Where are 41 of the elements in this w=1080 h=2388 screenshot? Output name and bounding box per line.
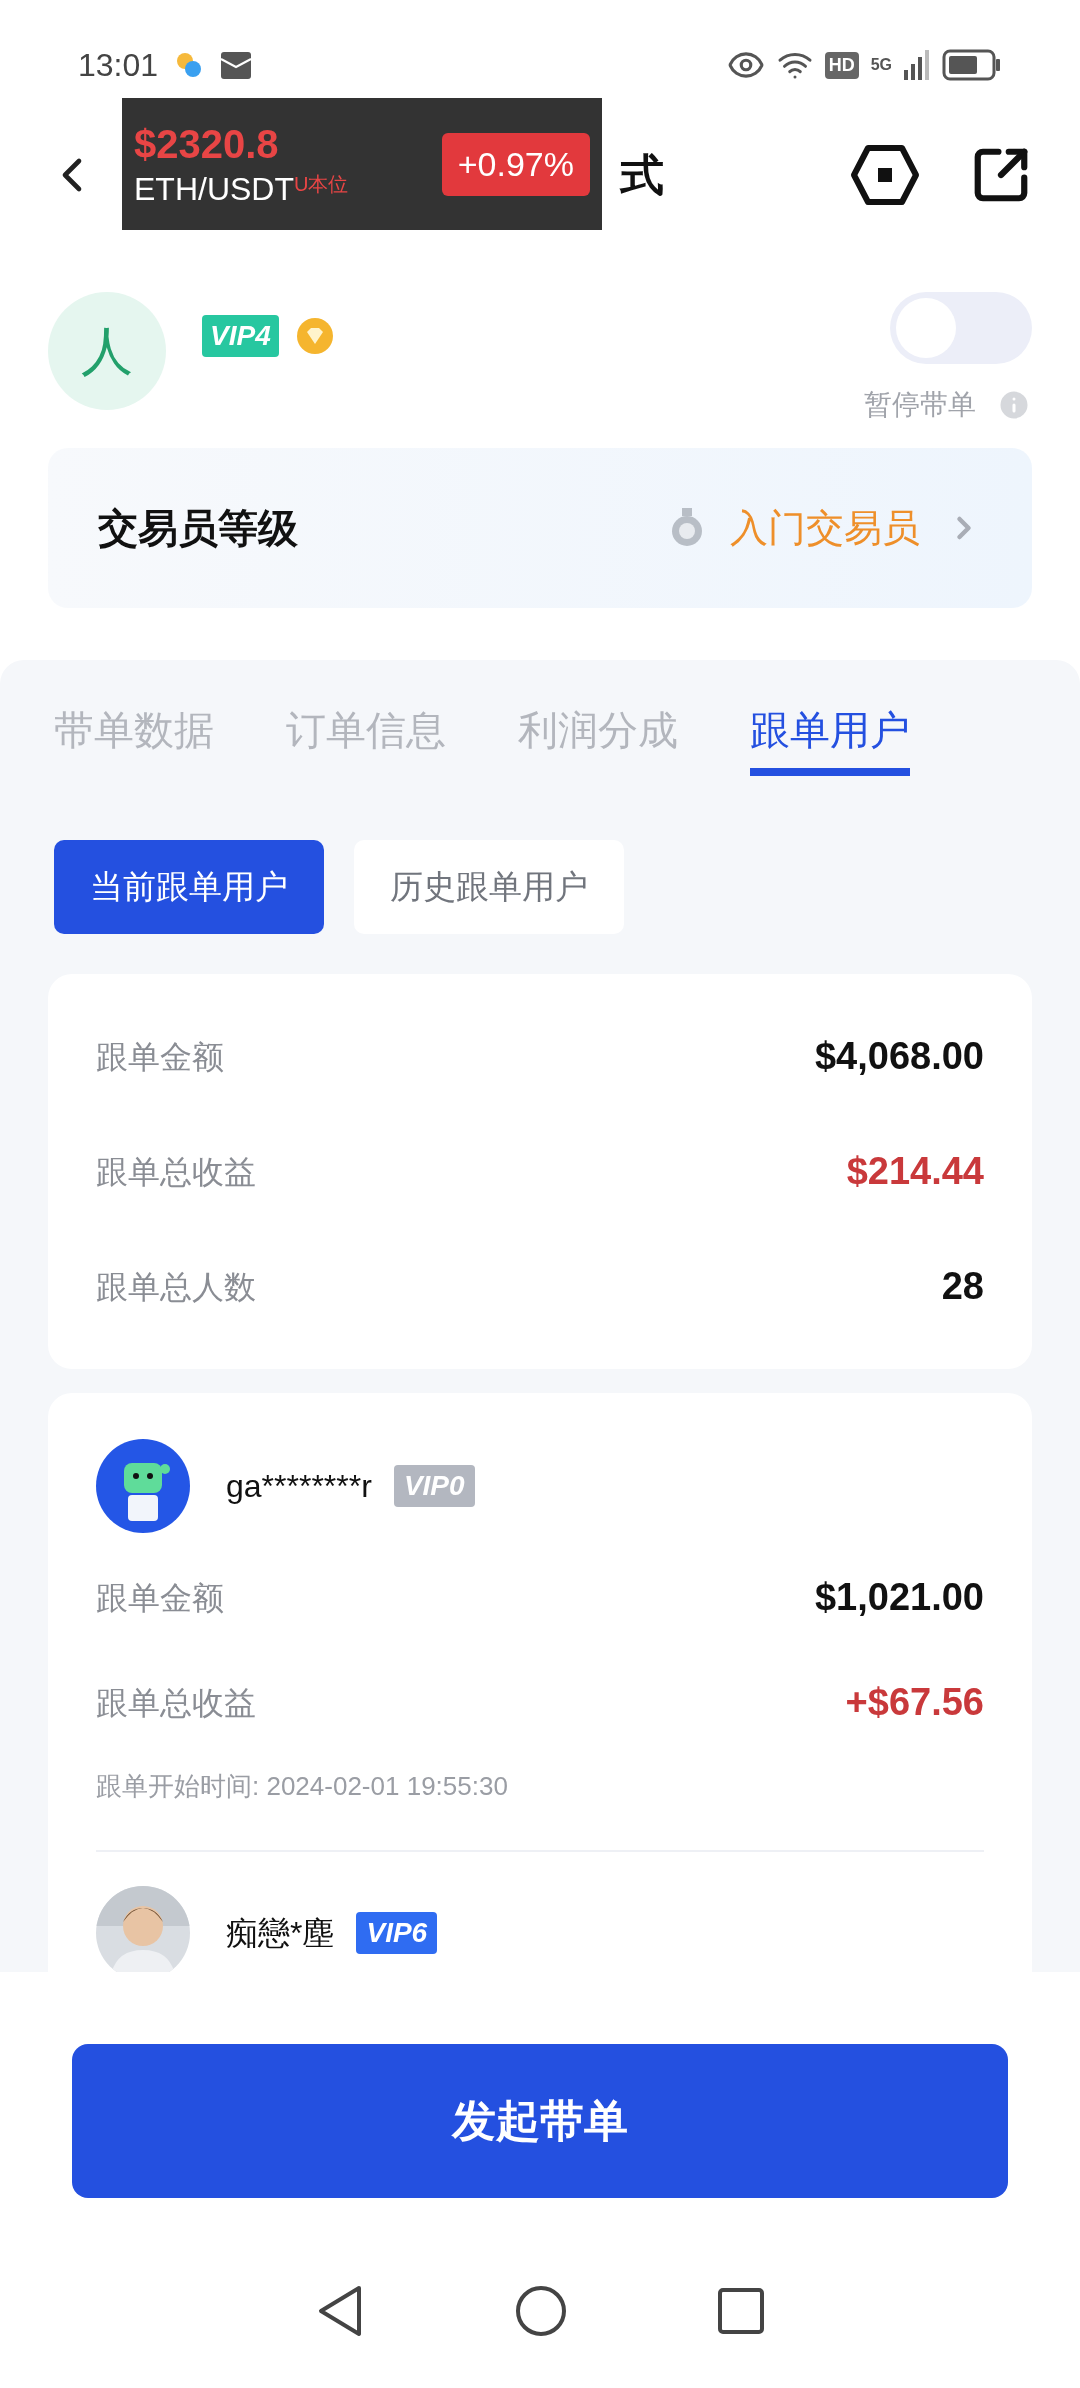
row-value: 28 [941, 1264, 984, 1309]
follower-name: 痴戀*塵 [226, 1914, 335, 1953]
vip-badge: VIP0 [393, 1465, 475, 1507]
start-copy-trading-button[interactable]: 发起带单 [72, 2044, 1008, 2198]
row-label: 跟单总人数 [96, 1267, 256, 1307]
trader-level-card[interactable]: 交易员等级 入门交易员 [48, 448, 1032, 608]
avatar: 人 [48, 292, 166, 410]
row-value: +$67.56 [845, 1680, 984, 1725]
vip-badge: VIP4 [202, 315, 279, 357]
pair-text: ETH/USDT [134, 170, 294, 209]
settings-icon[interactable] [850, 144, 920, 206]
status-time: 13:01 [78, 46, 159, 85]
start-time: 跟单开始时间: 2024-02-01 19:55:30 [96, 1770, 509, 1803]
segment-button[interactable]: 历史跟单用户 [354, 840, 624, 934]
row-label: 跟单总收益 [96, 1152, 256, 1192]
row-value: $4,068.00 [814, 1034, 984, 1079]
wallet-icon [220, 49, 253, 81]
vip-badge: VIP6 [356, 1912, 438, 1954]
battery-icon [942, 49, 1002, 81]
signal-icon [904, 50, 930, 80]
level-label: 交易员等级 [98, 505, 298, 552]
network-indicator: 5G [870, 55, 892, 75]
tab[interactable]: 跟单用户 [750, 706, 910, 776]
hd-indicator: HD [824, 51, 859, 79]
row-label: 跟单金额 [96, 1037, 224, 1077]
segment-button[interactable]: 当前跟单用户 [54, 840, 324, 934]
row-value: $1,021.00 [814, 1575, 984, 1620]
row-value: $214.44 [846, 1149, 984, 1194]
robot-avatar-icon [96, 1439, 190, 1533]
recents-nav-icon[interactable] [717, 2287, 765, 2335]
level-value: 入门交易员 [730, 505, 920, 551]
row-label: 跟单金额 [96, 1578, 224, 1618]
follower-name: ga********r [226, 1467, 372, 1506]
page-title: 式 [620, 149, 664, 201]
home-nav-icon[interactable] [515, 2285, 567, 2337]
change-badge: +0.97% [441, 132, 590, 196]
price-text: $2320.8 [134, 121, 280, 168]
medal-icon [670, 508, 704, 548]
row-label: 跟单总收益 [96, 1683, 256, 1723]
toggle-label: 暂停带单 [864, 388, 976, 422]
market-text: U本位 [294, 172, 349, 195]
